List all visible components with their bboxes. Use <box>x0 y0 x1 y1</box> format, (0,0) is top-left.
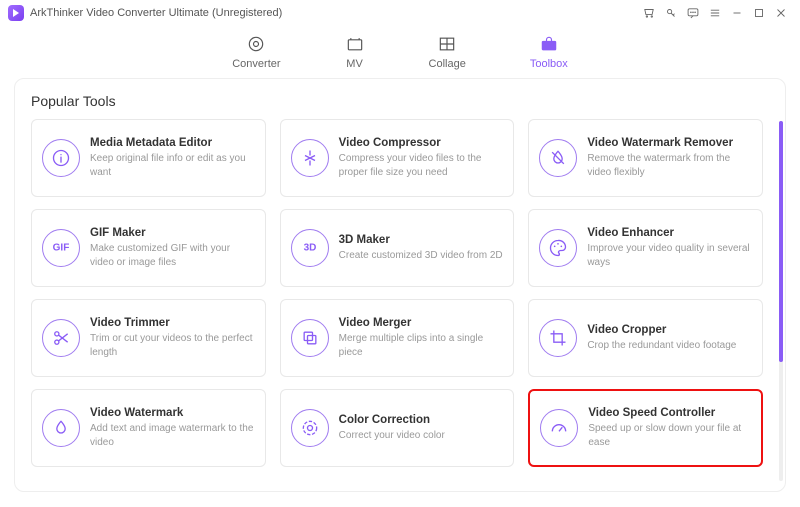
tool-gif-maker[interactable]: GIF GIF Maker Make customized GIF with yo… <box>31 209 266 287</box>
tool-video-compressor[interactable]: Video Compressor Compress your video file… <box>280 119 515 197</box>
tools-grid: Media Metadata Editor Keep original file … <box>31 119 763 467</box>
crop-icon <box>539 319 577 357</box>
tab-label: Toolbox <box>530 58 568 70</box>
mv-icon <box>345 34 365 54</box>
tool-media-metadata-editor[interactable]: Media Metadata Editor Keep original file … <box>31 119 266 197</box>
app-title: ArkThinker Video Converter Ultimate (Unr… <box>30 7 282 19</box>
section-title: Popular Tools <box>31 93 773 109</box>
tool-3d-maker[interactable]: 3D 3D Maker Create customized 3D video fr… <box>280 209 515 287</box>
tab-label: MV <box>346 58 363 70</box>
tool-title: GIF Maker <box>90 227 255 239</box>
gif-icon: GIF <box>42 229 80 267</box>
app-logo-icon <box>8 5 24 21</box>
collage-icon <box>437 34 457 54</box>
tool-title: Video Watermark <box>90 407 255 419</box>
converter-icon <box>246 34 266 54</box>
tool-desc: Speed up or slow down your file at ease <box>588 422 751 449</box>
maximize-button[interactable] <box>748 2 770 24</box>
tool-video-enhancer[interactable]: Video Enhancer Improve your video quality… <box>528 209 763 287</box>
svg-text:GIF: GIF <box>53 243 70 254</box>
tool-desc: Trim or cut your videos to the perfect l… <box>90 332 255 359</box>
tool-color-correction[interactable]: Color Correction Correct your video color <box>280 389 515 467</box>
cart-icon[interactable] <box>638 2 660 24</box>
compress-icon <box>291 139 329 177</box>
color-wheel-icon <box>291 409 329 447</box>
tool-video-speed-controller[interactable]: Video Speed Controller Speed up or slow d… <box>528 389 763 467</box>
tab-mv[interactable]: MV <box>345 34 365 70</box>
tab-label: Collage <box>429 58 466 70</box>
droplet-icon <box>42 409 80 447</box>
menu-icon[interactable] <box>704 2 726 24</box>
tool-desc: Create customized 3D video from 2D <box>339 249 504 263</box>
tool-title: Color Correction <box>339 414 504 426</box>
tool-video-merger[interactable]: Video Merger Merge multiple clips into a … <box>280 299 515 377</box>
tool-desc: Crop the redundant video footage <box>587 339 752 353</box>
tool-desc: Compress your video files to the proper … <box>339 152 504 179</box>
scissors-icon <box>42 319 80 357</box>
tool-video-cropper[interactable]: Video Cropper Crop the redundant video fo… <box>528 299 763 377</box>
tab-converter[interactable]: Converter <box>232 34 280 70</box>
svg-text:3D: 3D <box>303 243 316 254</box>
tool-title: 3D Maker <box>339 234 504 246</box>
tool-video-watermark-remover[interactable]: Video Watermark Remover Remove the waterm… <box>528 119 763 197</box>
tool-title: Video Enhancer <box>587 227 752 239</box>
main-tabs: Converter MV Collage Toolbox <box>0 26 800 78</box>
tool-title: Media Metadata Editor <box>90 137 255 149</box>
palette-icon <box>539 229 577 267</box>
scrollbar[interactable] <box>779 121 783 481</box>
key-icon[interactable] <box>660 2 682 24</box>
feedback-icon[interactable] <box>682 2 704 24</box>
minimize-button[interactable] <box>726 2 748 24</box>
toolbox-panel: Popular Tools Media Metadata Editor Keep … <box>14 78 786 492</box>
tab-collage[interactable]: Collage <box>429 34 466 70</box>
tool-title: Video Speed Controller <box>588 407 751 419</box>
tool-desc: Add text and image watermark to the vide… <box>90 422 255 449</box>
tool-desc: Remove the watermark from the video flex… <box>587 152 752 179</box>
droplet-slash-icon <box>539 139 577 177</box>
tab-toolbox[interactable]: Toolbox <box>530 34 568 70</box>
tool-title: Video Trimmer <box>90 317 255 329</box>
speedometer-icon <box>540 409 578 447</box>
tool-desc: Improve your video quality in several wa… <box>587 242 752 269</box>
tool-title: Video Merger <box>339 317 504 329</box>
tool-desc: Correct your video color <box>339 429 504 443</box>
tool-title: Video Watermark Remover <box>587 137 752 149</box>
tool-video-trimmer[interactable]: Video Trimmer Trim or cut your videos to … <box>31 299 266 377</box>
toolbox-icon <box>539 34 559 54</box>
tool-desc: Make customized GIF with your video or i… <box>90 242 255 269</box>
merge-icon <box>291 319 329 357</box>
tool-title: Video Cropper <box>587 324 752 336</box>
tool-title: Video Compressor <box>339 137 504 149</box>
titlebar: ArkThinker Video Converter Ultimate (Unr… <box>0 0 800 26</box>
tool-video-watermark[interactable]: Video Watermark Add text and image waterm… <box>31 389 266 467</box>
three-d-icon: 3D <box>291 229 329 267</box>
close-button[interactable] <box>770 2 792 24</box>
tab-label: Converter <box>232 58 280 70</box>
scrollbar-thumb[interactable] <box>779 121 783 362</box>
tool-desc: Merge multiple clips into a single piece <box>339 332 504 359</box>
tool-desc: Keep original file info or edit as you w… <box>90 152 255 179</box>
info-icon <box>42 139 80 177</box>
